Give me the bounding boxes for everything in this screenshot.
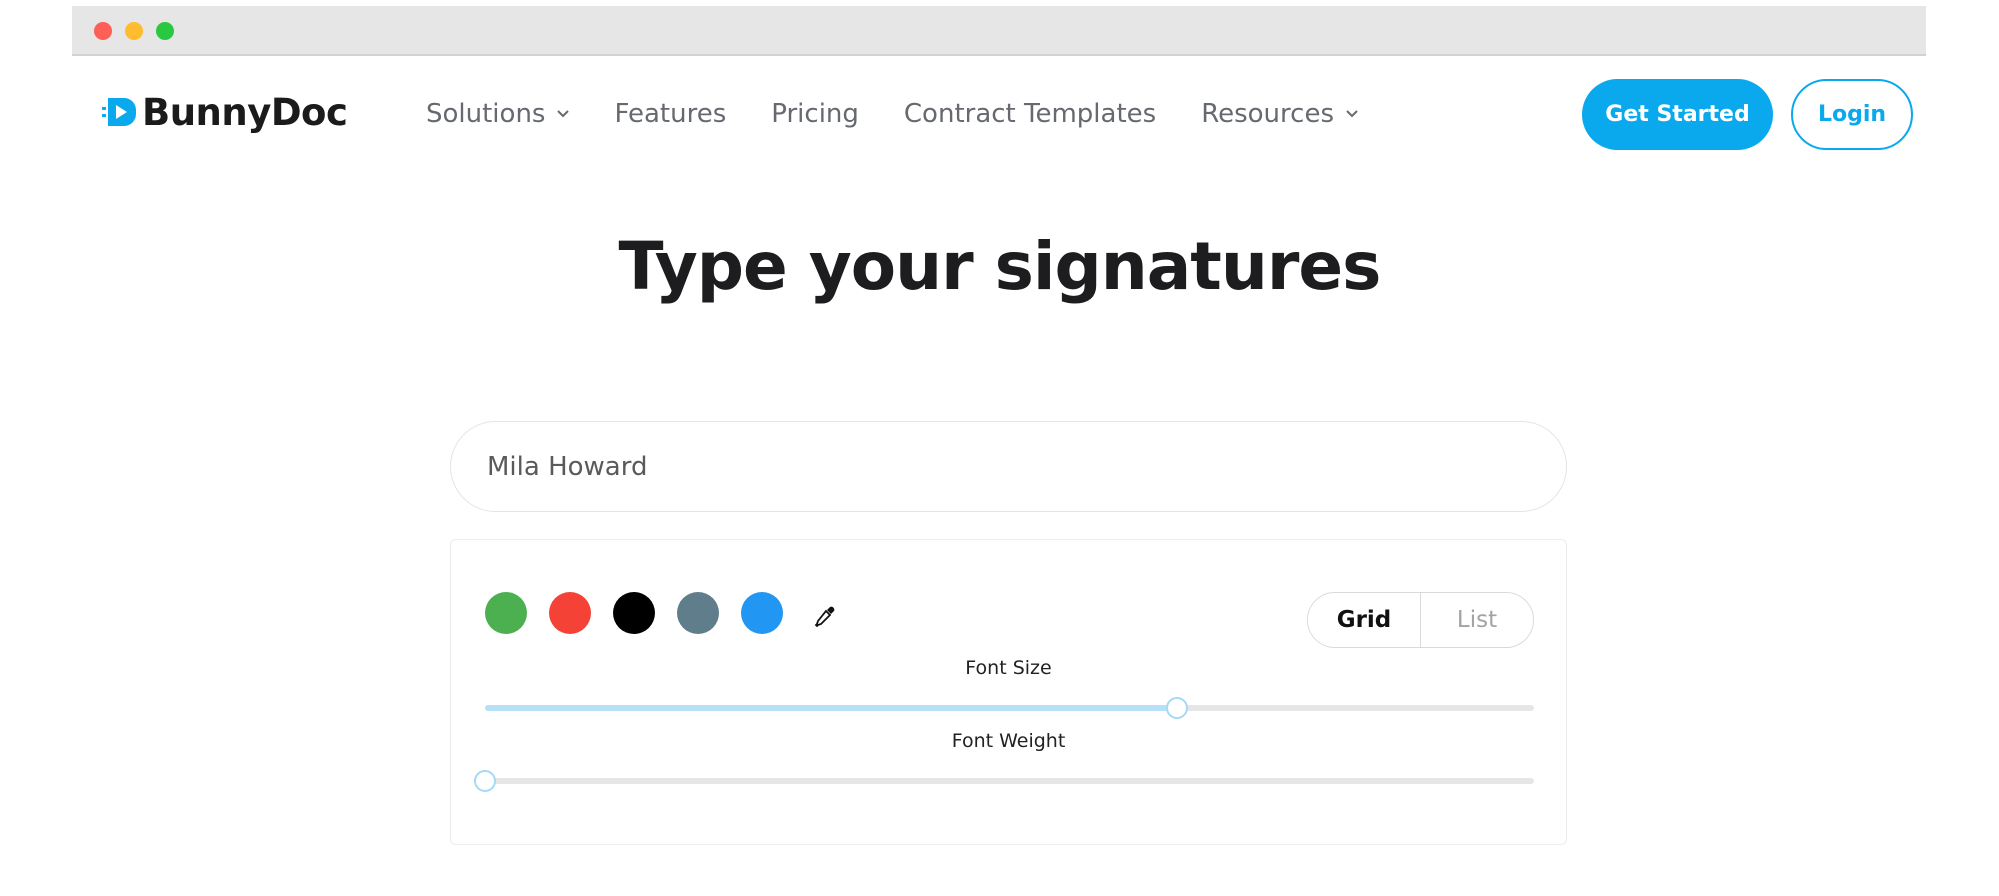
chevron-down-icon [1346,110,1358,118]
view-list-button[interactable]: List [1421,593,1533,647]
nav-features[interactable]: Features [614,99,726,129]
chevron-down-icon [557,110,570,118]
font-size-slider[interactable] [485,697,1534,719]
nav-solutions-label: Solutions [426,99,546,129]
brand-name: BunnyDoc [142,90,348,134]
brand-logo[interactable]: BunnyDoc [102,86,348,138]
main-nav: Solutions Features Pricing Contract Temp… [426,96,1403,132]
color-swatch-green[interactable] [485,592,527,634]
nav-resources-label: Resources [1201,99,1334,129]
signature-options-panel: Grid List Font Size Font Weight [450,539,1567,845]
font-size-slider-fill [485,705,1178,711]
nav-contract-templates[interactable]: Contract Templates [904,99,1156,129]
color-swatch-black[interactable] [613,592,655,634]
view-grid-button[interactable]: Grid [1308,593,1421,647]
window-minimize-button[interactable] [125,22,143,40]
font-weight-slider[interactable] [474,770,1534,792]
color-swatch-slate[interactable] [677,592,719,634]
login-button[interactable]: Login [1791,79,1913,150]
nav-features-label: Features [614,99,727,129]
color-swatch-red[interactable] [549,592,591,634]
nav-pricing[interactable]: Pricing [771,99,859,129]
site-header: BunnyDoc Solutions Features Pricing Cont… [0,56,1999,172]
signature-name-input[interactable] [450,421,1567,512]
get-started-button[interactable]: Get Started [1582,79,1773,150]
font-size-slider-thumb[interactable] [1166,697,1189,719]
page-title: Type your signatures [618,228,1382,305]
window-maximize-button[interactable] [156,22,174,40]
nav-pricing-label: Pricing [771,99,859,129]
font-size-label: Font Size [965,657,1052,679]
bunnydoc-logo-icon [102,98,136,126]
view-toggle: Grid List [1307,592,1534,648]
font-weight-label: Font Weight [951,730,1066,752]
nav-resources[interactable]: Resources [1201,99,1358,129]
nav-contract-templates-label: Contract Templates [903,99,1157,129]
browser-title-bar [72,6,1926,56]
nav-solutions[interactable]: Solutions [426,99,570,129]
window-close-button[interactable] [94,22,112,40]
font-weight-slider-thumb[interactable] [474,770,496,792]
color-swatch-blue[interactable] [741,592,783,634]
eyedropper-icon[interactable] [813,604,837,628]
